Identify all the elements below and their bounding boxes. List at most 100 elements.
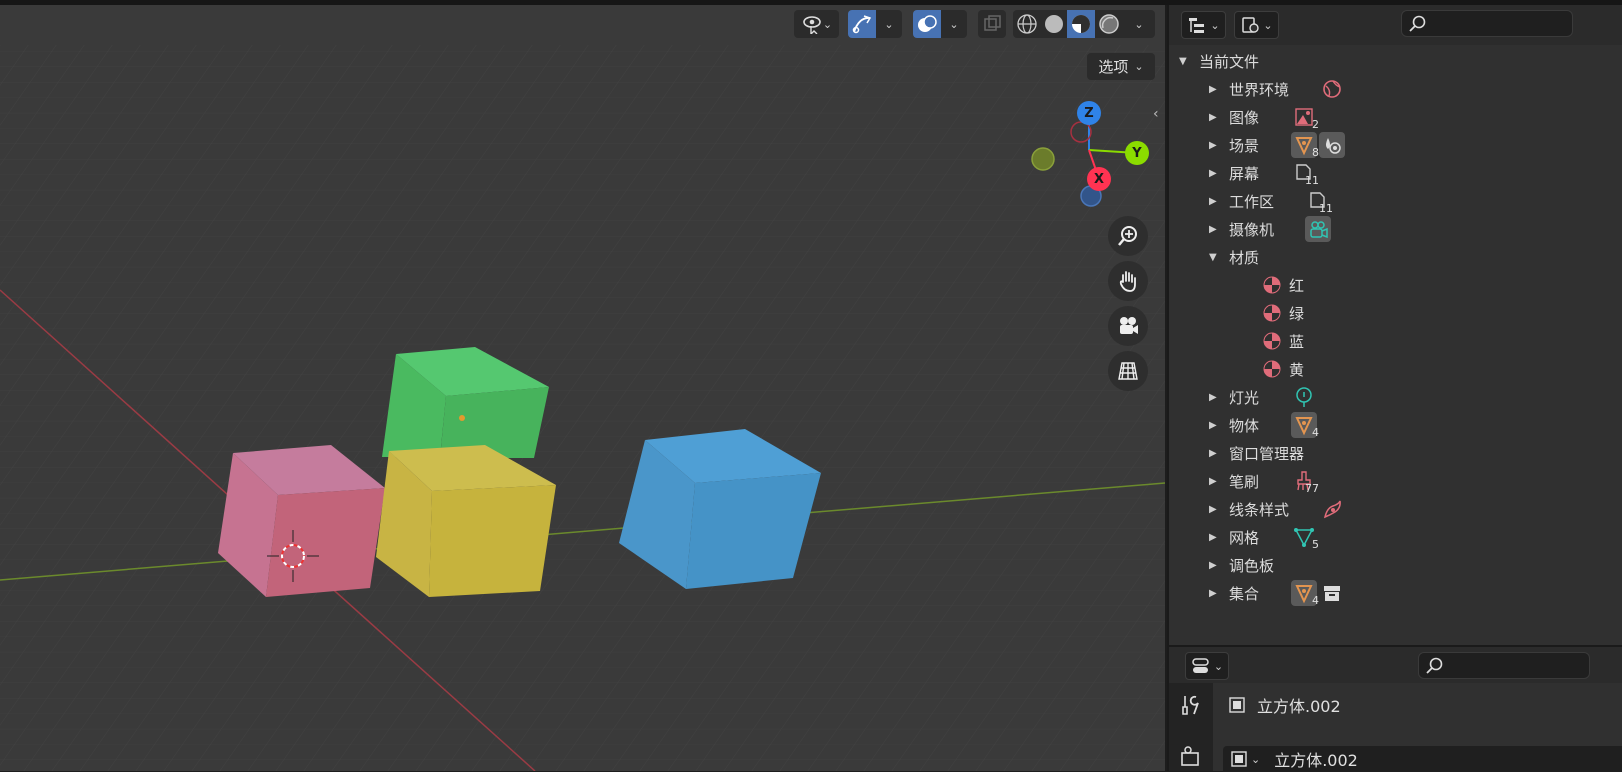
overlay-toggle[interactable] <box>913 10 941 38</box>
collapsed-arrow-icon[interactable]: ▶ <box>1209 532 1221 543</box>
tree-item-label: 调色板 <box>1229 556 1275 575</box>
item-count: 11 <box>1305 174 1319 187</box>
collapsed-arrow-icon[interactable]: ▶ <box>1209 504 1221 515</box>
collapsed-arrow-icon[interactable]: ▶ <box>1209 224 1221 235</box>
gizmo-z-axis[interactable]: Z <box>1077 101 1101 125</box>
tree-item[interactable]: ▶ 调色板 <box>1169 551 1622 579</box>
chevron-down-icon: ⌄ <box>1134 17 1144 31</box>
mesh-icon: 5 <box>1291 524 1319 551</box>
tab-tool[interactable] <box>1179 693 1203 717</box>
gizmo-z-label: Z <box>1084 105 1094 121</box>
collapsed-arrow-icon[interactable]: ▶ <box>1209 448 1221 459</box>
tree-item[interactable]: ▶ 物体 4 <box>1169 411 1622 439</box>
outliner-search-input[interactable] <box>1401 10 1573 37</box>
tree-item[interactable]: ▶ 图像 2 <box>1169 103 1622 131</box>
floor-grid <box>0 45 1165 771</box>
tree-item-material[interactable]: 黄 <box>1169 355 1622 383</box>
object-icon: 4 <box>1291 412 1319 439</box>
properties-search-input[interactable] <box>1418 652 1590 679</box>
material-label: 黄 <box>1289 360 1305 379</box>
collapsed-arrow-icon[interactable]: ▶ <box>1209 112 1221 123</box>
selectability-dropdown[interactable]: ⌄ <box>794 10 839 38</box>
tree-item[interactable]: ▶ 工作区 11 <box>1169 187 1622 215</box>
tree-root-current-file[interactable]: ▼ 当前文件 <box>1169 47 1622 75</box>
tree-item-label: 图像 <box>1229 108 1260 127</box>
collapsed-arrow-icon[interactable]: ▶ <box>1209 392 1221 403</box>
tree-item-material[interactable]: 绿 <box>1169 299 1622 327</box>
tree-item[interactable]: ▶ 世界环境 <box>1169 75 1622 103</box>
rendered-shading-button[interactable] <box>1095 10 1123 38</box>
properties-header: ⌄ <box>1169 647 1622 683</box>
gizmo-y-axis[interactable]: Y <box>1125 141 1149 165</box>
collapsed-arrow-icon[interactable]: ▶ <box>1209 420 1221 431</box>
tree-item[interactable]: ▶ 屏幕 11 <box>1169 159 1622 187</box>
chevron-down-icon: ⌄ <box>1213 659 1224 673</box>
zoom-button[interactable] <box>1108 216 1148 256</box>
options-dropdown[interactable]: 选项 ⌄ <box>1087 53 1155 80</box>
camera-view-button[interactable] <box>1108 306 1148 346</box>
display-mode-dropdown[interactable]: ⌄ <box>1234 11 1279 39</box>
tree-item[interactable]: ▶ 场景 8 <box>1169 131 1622 159</box>
gizmo-x-axis[interactable]: X <box>1087 167 1111 191</box>
gizmo-toggle[interactable] <box>848 10 876 38</box>
tree-item[interactable]: ▶ 窗口管理器 <box>1169 439 1622 467</box>
tree-item-label: 线条样式 <box>1229 500 1290 519</box>
wireframe-shading-button[interactable] <box>1013 10 1041 38</box>
properties-object-title: 立方体.002 <box>1227 693 1341 717</box>
editor-type-dropdown[interactable]: ⌄ <box>1181 11 1226 39</box>
tree-item-label: 网格 <box>1229 528 1260 547</box>
object-name-field[interactable]: ⌄ 立方体.002 <box>1223 746 1622 772</box>
collapsed-arrow-icon[interactable]: ▶ <box>1209 476 1221 487</box>
search-icon <box>1409 15 1426 32</box>
overlay-icon <box>918 15 937 32</box>
perspective-grid-icon <box>1118 362 1138 380</box>
properties-editor-type-dropdown[interactable]: ⌄ <box>1185 652 1229 680</box>
properties-panel[interactable]: ⌄ 立方体.002 ⌄ 立方体.002 <box>1167 647 1622 772</box>
collapsed-arrow-icon[interactable]: ▶ <box>1209 140 1221 151</box>
scene-icon: 8 <box>1291 132 1319 159</box>
gizmo-dropdown[interactable]: ⌄ <box>876 10 902 38</box>
world-shading-icon <box>1319 132 1345 158</box>
collapsed-arrow-icon[interactable]: ▶ <box>1209 84 1221 95</box>
tree-item-label: 物体 <box>1229 416 1260 435</box>
item-count: 8 <box>1312 146 1319 159</box>
tab-render[interactable] <box>1179 743 1203 767</box>
material-preview-icon <box>1072 15 1090 33</box>
collapsed-arrow-icon[interactable]: ▶ <box>1209 588 1221 599</box>
tree-item[interactable]: ▼ 材质 <box>1169 243 1622 271</box>
tree-item[interactable]: ▶ 网格 5 <box>1169 523 1622 551</box>
outliner-panel[interactable]: ⌄ ⌄ ▼ 当前文件 ▶ 世界环境 ▶ 图像 2 ▶ 场景 8 ▶ 屏幕 11 ▶ 工作区 11 ▶ 摄像机 ▼ 材质… <box>1167 5 1622 645</box>
collapsed-arrow-icon[interactable]: ▶ <box>1209 168 1221 179</box>
3d-viewport[interactable]: Z Y X ⌄ ⌄ ⌄ ⌄ 选项 ⌄ ‹ <box>0 5 1165 771</box>
tree-item[interactable]: ▶ 摄像机 <box>1169 215 1622 243</box>
pan-button[interactable] <box>1108 261 1148 301</box>
properties-editor-icon <box>1192 658 1209 673</box>
collapsed-arrow-icon[interactable]: ▶ <box>1209 196 1221 207</box>
solid-shading-button[interactable] <box>1041 10 1067 38</box>
linestyle-icon <box>1319 496 1345 522</box>
object-type-dropdown[interactable]: ⌄ <box>1229 749 1260 769</box>
tree-item[interactable]: ▶ 灯光 <box>1169 383 1622 411</box>
tree-item[interactable]: ▶ 线条样式 <box>1169 495 1622 523</box>
collapsed-arrow-icon[interactable]: ▶ <box>1209 560 1221 571</box>
tree-root-label: 当前文件 <box>1199 52 1260 71</box>
tree-item-material[interactable]: 蓝 <box>1169 327 1622 355</box>
material-preview-button[interactable] <box>1067 10 1095 38</box>
tree-item-label: 场景 <box>1229 136 1260 155</box>
expanded-arrow-icon[interactable]: ▼ <box>1209 252 1221 263</box>
perspective-toggle-button[interactable] <box>1108 351 1148 391</box>
tree-item-material[interactable]: 红 <box>1169 271 1622 299</box>
tree-item[interactable]: ▶ 集合 4 <box>1169 579 1622 607</box>
wireframe-shading-icon <box>1017 14 1037 34</box>
overlay-dropdown[interactable]: ⌄ <box>941 10 967 38</box>
sidebar-collapse-icon[interactable]: ‹ <box>1153 106 1165 128</box>
options-label: 选项 <box>1098 58 1129 76</box>
expand-arrow-icon[interactable]: ▼ <box>1179 56 1191 67</box>
tree-item-label: 屏幕 <box>1229 164 1260 183</box>
material-icon <box>1259 272 1285 298</box>
item-count: 2 <box>1312 118 1319 131</box>
pan-hand-icon <box>1119 271 1136 292</box>
tree-item[interactable]: ▶ 笔刷 77 <box>1169 467 1622 495</box>
shading-dropdown[interactable]: ⌄ <box>1123 10 1155 38</box>
xray-toggle[interactable] <box>978 10 1006 38</box>
